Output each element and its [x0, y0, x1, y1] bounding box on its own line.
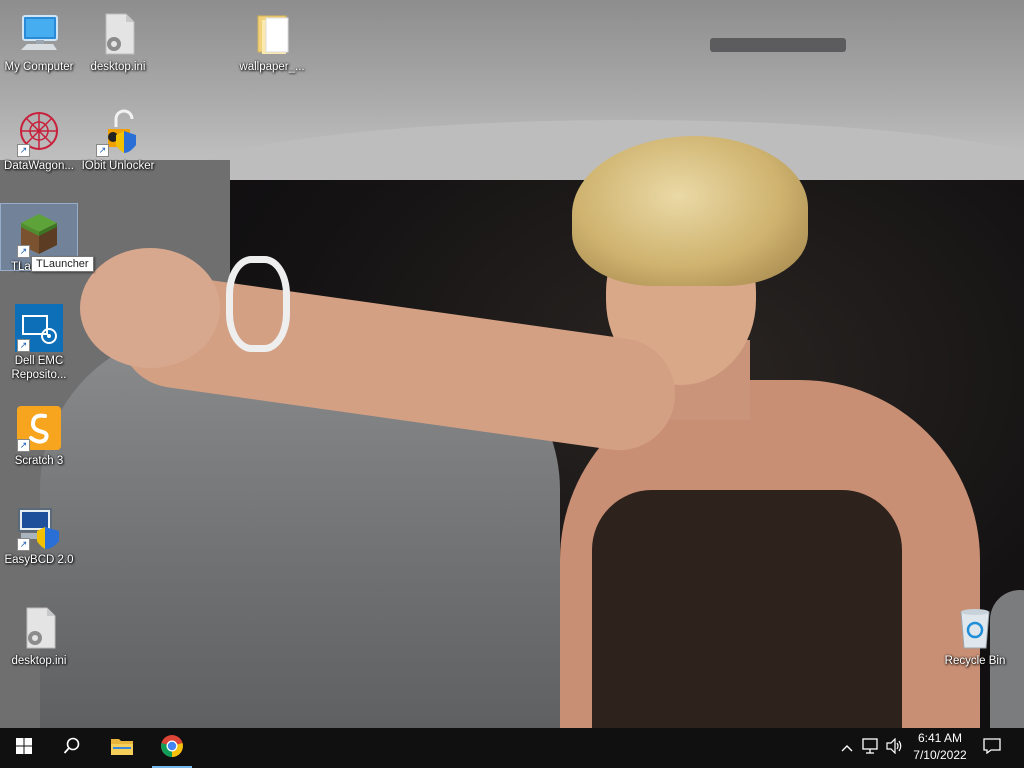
desktop-icon-desktop-ini-2[interactable]: desktop.ini — [1, 598, 77, 668]
desktop-icon-dell-emc-repository[interactable]: ↗ Dell EMC Reposito... — [1, 298, 77, 382]
dell-emc-repository-icon: ↗ — [15, 304, 63, 352]
volume-button[interactable] — [884, 728, 906, 768]
chrome-icon — [160, 734, 184, 763]
shortcut-arrow-icon: ↗ — [17, 339, 30, 352]
icon-label: EasyBCD 2.0 — [4, 554, 74, 566]
network-icon — [862, 737, 880, 759]
windows-logo-icon — [16, 737, 32, 759]
desktop-icon-datawagon[interactable]: ↗ DataWagon... — [1, 103, 77, 173]
minecraft-grass-block-icon: ↗ — [15, 210, 63, 258]
easybcd-icon: ↗ — [15, 503, 63, 551]
recycle-bin-icon — [951, 604, 999, 652]
desktop-icon-iobit-unlocker[interactable]: ↗ IObit Unlocker — [80, 103, 156, 173]
clock[interactable]: 6:41 AM 7/10/2022 — [908, 730, 972, 766]
start-button[interactable] — [0, 728, 48, 768]
chrome-button[interactable] — [148, 728, 196, 768]
icon-label: Recycle Bin — [944, 655, 1006, 667]
icon-label: My Computer — [4, 61, 74, 73]
chevron-up-icon — [841, 739, 853, 757]
show-hidden-icons-button[interactable] — [838, 728, 856, 768]
shortcut-arrow-icon: ↗ — [17, 538, 30, 551]
iobit-unlocker-icon: ↗ — [94, 109, 142, 157]
shortcut-arrow-icon: ↗ — [17, 439, 30, 452]
settings-file-icon — [94, 10, 142, 58]
shortcut-arrow-icon: ↗ — [17, 144, 30, 157]
datawagon-icon: ↗ — [15, 109, 63, 157]
icon-label: desktop.ini — [11, 655, 67, 667]
notification-icon — [983, 737, 1001, 759]
taskbar: 6:41 AM 7/10/2022 — [0, 728, 1024, 768]
scratch-icon: ↗ — [15, 404, 63, 452]
folder-icon — [110, 736, 134, 761]
tlauncher-tooltip: TLauncher — [31, 256, 94, 272]
icon-label: IObit Unlocker — [81, 160, 155, 172]
settings-file-icon — [15, 604, 63, 652]
desktop-icon-easybcd[interactable]: ↗ EasyBCD 2.0 — [1, 497, 77, 567]
desktop-icon-wallpaper-folder[interactable]: wallpaper_... — [234, 4, 310, 74]
desktop-icon-desktop-ini[interactable]: desktop.ini — [80, 4, 156, 74]
computer-icon — [15, 10, 63, 58]
icon-label: wallpaper_... — [239, 61, 305, 73]
icon-label: DataWagon... — [4, 160, 74, 172]
shortcut-arrow-icon: ↗ — [17, 245, 30, 258]
clock-time: 6:41 AM — [917, 731, 963, 745]
desktop-icon-scratch-3[interactable]: ↗ Scratch 3 — [1, 398, 77, 468]
file-explorer-button[interactable] — [98, 728, 146, 768]
network-button[interactable] — [860, 728, 882, 768]
icon-label: desktop.ini — [90, 61, 146, 73]
folder-icon — [248, 10, 296, 58]
icon-label: Scratch 3 — [14, 455, 64, 467]
speaker-icon — [886, 737, 904, 759]
icon-label: Dell EMC Reposito... — [11, 355, 67, 381]
clock-date: 7/10/2022 — [913, 748, 967, 762]
search-icon — [63, 737, 81, 760]
desktop-icon-my-computer[interactable]: My Computer — [1, 4, 77, 74]
shortcut-arrow-icon: ↗ — [96, 144, 109, 157]
desktop-icon-recycle-bin[interactable]: Recycle Bin — [937, 598, 1013, 668]
action-center-button[interactable] — [978, 728, 1006, 768]
search-button[interactable] — [48, 728, 96, 768]
